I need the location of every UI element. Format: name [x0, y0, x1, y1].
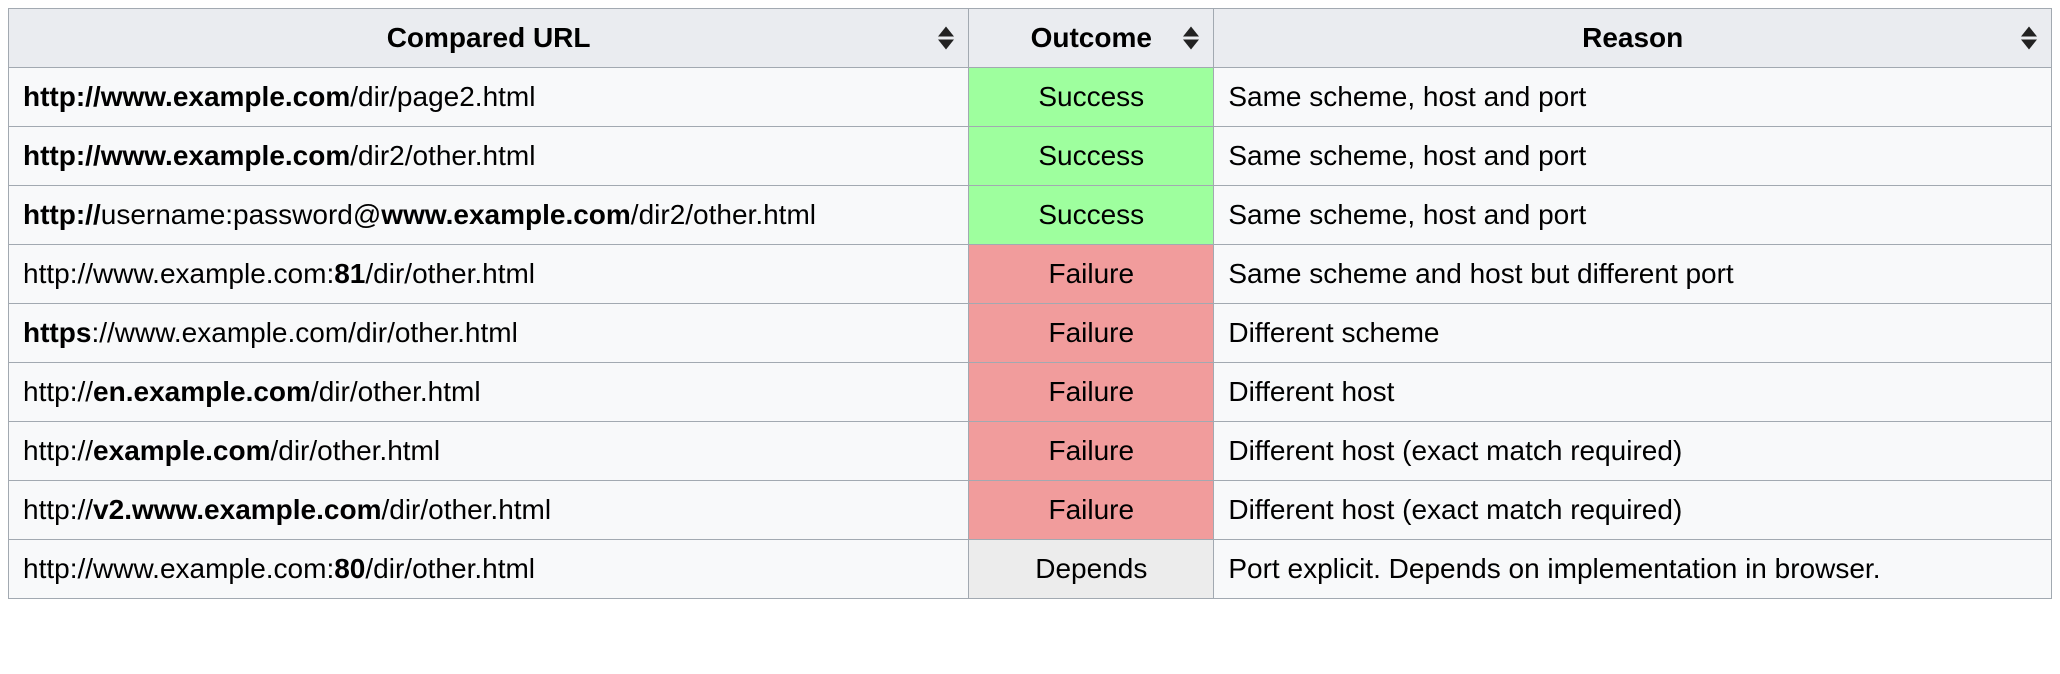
sort-icon — [1183, 27, 1199, 50]
header-compared-url[interactable]: Compared URL — [9, 9, 969, 68]
table-row: http://www.example.com:81/dir/other.html… — [9, 245, 2052, 304]
url-segment: example.com — [93, 435, 270, 466]
url-segment: https — [23, 317, 91, 348]
url-segment: http://www.example.com: — [23, 553, 334, 584]
cell-outcome: Failure — [969, 245, 1214, 304]
url-segment: /dir/other.html — [365, 553, 535, 584]
table-header-row: Compared URL Outcome Reason — [9, 9, 2052, 68]
header-outcome[interactable]: Outcome — [969, 9, 1214, 68]
url-segment: v2.www.example.com — [93, 494, 381, 525]
table-row: http://v2.www.example.com/dir/other.html… — [9, 481, 2052, 540]
cell-compared-url: http://example.com/dir/other.html — [9, 422, 969, 481]
table-row: http://example.com/dir/other.htmlFailure… — [9, 422, 2052, 481]
cell-compared-url: http://v2.www.example.com/dir/other.html — [9, 481, 969, 540]
table-row: https://www.example.com/dir/other.htmlFa… — [9, 304, 2052, 363]
cell-compared-url: http://www.example.com/dir2/other.html — [9, 127, 969, 186]
header-label: Compared URL — [387, 22, 591, 53]
sort-icon — [2021, 27, 2037, 50]
header-reason[interactable]: Reason — [1214, 9, 2052, 68]
cell-compared-url: http://www.example.com:81/dir/other.html — [9, 245, 969, 304]
cell-outcome: Failure — [969, 304, 1214, 363]
cell-compared-url: http://www.example.com:80/dir/other.html — [9, 540, 969, 599]
cell-compared-url: https://www.example.com/dir/other.html — [9, 304, 969, 363]
cell-outcome: Failure — [969, 363, 1214, 422]
cell-reason: Different host (exact match required) — [1214, 422, 2052, 481]
url-segment: 81 — [334, 258, 365, 289]
table-row: http://www.example.com/dir/page2.htmlSuc… — [9, 68, 2052, 127]
url-segment: http://www.example.com — [23, 81, 350, 112]
table-row: http://www.example.com:80/dir/other.html… — [9, 540, 2052, 599]
header-label: Outcome — [1031, 22, 1152, 53]
url-segment: http:// — [23, 435, 93, 466]
url-segment: http:// — [23, 376, 93, 407]
cell-reason: Different host — [1214, 363, 2052, 422]
table-row: http://en.example.com/dir/other.htmlFail… — [9, 363, 2052, 422]
url-segment: http://www.example.com: — [23, 258, 334, 289]
cell-reason: Different host (exact match required) — [1214, 481, 2052, 540]
table-body: http://www.example.com/dir/page2.htmlSuc… — [9, 68, 2052, 599]
cell-reason: Different scheme — [1214, 304, 2052, 363]
url-segment: /dir/page2.html — [350, 81, 535, 112]
cell-reason: Same scheme, host and port — [1214, 127, 2052, 186]
cell-outcome: Failure — [969, 422, 1214, 481]
url-segment: /dir2/other.html — [350, 140, 535, 171]
cell-outcome: Depends — [969, 540, 1214, 599]
cell-outcome: Success — [969, 186, 1214, 245]
url-segment: http:// — [23, 199, 101, 230]
cell-outcome: Success — [969, 68, 1214, 127]
table-row: http://username:password@www.example.com… — [9, 186, 2052, 245]
cell-compared-url: http://username:password@www.example.com… — [9, 186, 969, 245]
cell-reason: Same scheme and host but different port — [1214, 245, 2052, 304]
url-segment: /dir/other.html — [270, 435, 440, 466]
cell-compared-url: http://www.example.com/dir/page2.html — [9, 68, 969, 127]
table-row: http://www.example.com/dir2/other.htmlSu… — [9, 127, 2052, 186]
header-label: Reason — [1582, 22, 1683, 53]
url-segment: ://www.example.com/dir/other.html — [91, 317, 517, 348]
sort-icon — [938, 27, 954, 50]
cell-reason: Same scheme, host and port — [1214, 186, 2052, 245]
cell-outcome: Failure — [969, 481, 1214, 540]
url-segment: 80 — [334, 553, 365, 584]
url-segment: en.example.com — [93, 376, 311, 407]
same-origin-table: Compared URL Outcome Reason — [8, 8, 2052, 599]
url-segment: www.example.com — [381, 199, 631, 230]
url-segment: /dir/other.html — [311, 376, 481, 407]
url-segment: /dir/other.html — [365, 258, 535, 289]
url-segment: /dir2/other.html — [631, 199, 816, 230]
url-segment: username:password@ — [101, 199, 382, 230]
url-segment: http://www.example.com — [23, 140, 350, 171]
url-segment: http:// — [23, 494, 93, 525]
cell-reason: Same scheme, host and port — [1214, 68, 2052, 127]
url-segment: /dir/other.html — [381, 494, 551, 525]
cell-reason: Port explicit. Depends on implementation… — [1214, 540, 2052, 599]
cell-compared-url: http://en.example.com/dir/other.html — [9, 363, 969, 422]
cell-outcome: Success — [969, 127, 1214, 186]
